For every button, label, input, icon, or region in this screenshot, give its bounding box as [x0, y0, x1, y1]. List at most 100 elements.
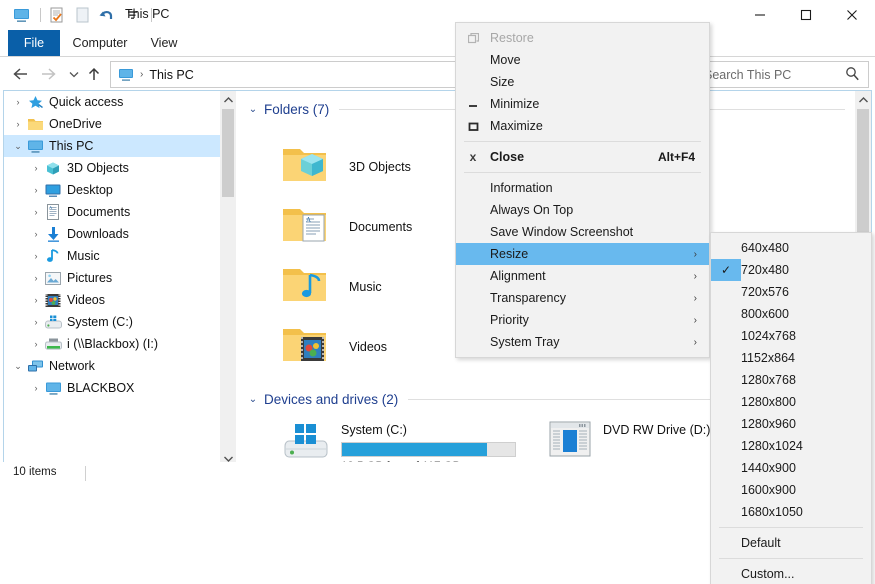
chevron-right-icon[interactable]: › — [28, 182, 44, 198]
menu-item-information[interactable]: Information — [456, 177, 709, 199]
properties-icon[interactable] — [46, 4, 68, 26]
forward-button[interactable] — [36, 62, 60, 86]
search-input[interactable]: Search This PC — [704, 68, 791, 82]
search-icon[interactable] — [845, 66, 860, 81]
check-slot — [711, 347, 741, 369]
sidebar-item-videos[interactable]: › Videos — [4, 289, 220, 311]
computer-icon — [44, 380, 62, 396]
resolution-item-label: 1600x900 — [741, 483, 796, 497]
tab-file[interactable]: File — [8, 30, 60, 57]
tab-computer[interactable]: Computer — [64, 30, 136, 57]
chevron-right-icon[interactable]: › — [28, 226, 44, 242]
resize-submenu[interactable]: 640x480 ✓ 720x480 720x576 800x600 1024x768 115… — [710, 232, 872, 584]
check-icon: ✓ — [711, 259, 741, 281]
resolution-item-800x600[interactable]: 800x600 — [711, 303, 871, 325]
maximize-button[interactable] — [783, 0, 829, 30]
search-box[interactable]: Search This PC — [697, 61, 869, 88]
resolution-item-1024x768[interactable]: 1024x768 — [711, 325, 871, 347]
drive-tile-dvd-d[interactable]: DVD RW Drive (D:) In — [549, 421, 724, 460]
menu-item-always-on-top[interactable]: Always On Top — [456, 199, 709, 221]
devices-group-chevron-icon[interactable]: ⌄ — [245, 394, 261, 405]
chevron-right-icon[interactable]: › — [28, 336, 44, 352]
menu-item-move[interactable]: Move — [456, 49, 709, 71]
resolution-item-label: 1280x768 — [741, 373, 796, 387]
menu-item-system-tray[interactable]: System Tray › — [456, 331, 709, 353]
folder-tile-3d-objects[interactable]: 3D Objects — [279, 143, 411, 190]
desktop-icon — [44, 182, 62, 198]
close-button[interactable] — [829, 0, 875, 30]
resolution-item-1152x864[interactable]: 1152x864 — [711, 347, 871, 369]
resolution-item-1600x900[interactable]: 1600x900 — [711, 479, 871, 501]
navigation-scrollbar[interactable] — [220, 91, 236, 467]
resolution-item-1280x1024[interactable]: 1280x1024 — [711, 435, 871, 457]
system-context-menu[interactable]: Restore Move Size Minimize Maximize x Close Alt… — [455, 22, 710, 358]
resolution-item-1440x900[interactable]: 1440x900 — [711, 457, 871, 479]
menu-item-save-window-screenshot[interactable]: Save Window Screenshot — [456, 221, 709, 243]
sidebar-item-3d-objects[interactable]: › 3D Objects — [4, 157, 220, 179]
windows-drive-icon — [281, 421, 329, 464]
resolution-item-1280x800[interactable]: 1280x800 — [711, 391, 871, 413]
nav-scroll-up-icon[interactable] — [220, 91, 236, 108]
menu-item-resize[interactable]: Resize › — [456, 243, 709, 265]
menu-item-priority[interactable]: Priority › — [456, 309, 709, 331]
folder-tile-music[interactable]: Music — [279, 263, 382, 310]
chevron-right-icon[interactable]: › — [28, 248, 44, 264]
chevron-right-icon[interactable]: › — [28, 204, 44, 220]
chevron-right-icon[interactable]: › — [10, 116, 26, 132]
downloads-icon — [44, 226, 62, 242]
sidebar-item-pictures[interactable]: › Pictures — [4, 267, 220, 289]
sidebar-item-music[interactable]: › Music — [4, 245, 220, 267]
submenu-separator — [719, 527, 863, 528]
sidebar-item-network[interactable]: ⌄ Network — [4, 355, 220, 377]
this-pc-icon[interactable] — [10, 4, 32, 26]
menu-item-maximize[interactable]: Maximize — [456, 115, 709, 137]
resolution-item-1280x768[interactable]: 1280x768 — [711, 369, 871, 391]
resolution-item-default[interactable]: Default — [711, 532, 871, 554]
sidebar-item-blackbox[interactable]: › BLACKBOX — [4, 377, 220, 399]
back-button[interactable] — [8, 62, 32, 86]
menu-item-transparency[interactable]: Transparency › — [456, 287, 709, 309]
nav-scrollbar-thumb[interactable] — [222, 109, 234, 197]
drive-capacity-bar — [341, 442, 516, 457]
chevron-right-icon[interactable]: › — [28, 292, 44, 308]
menu-item-size[interactable]: Size — [456, 71, 709, 93]
content-scroll-up-icon[interactable] — [855, 91, 871, 108]
new-folder-icon[interactable] — [71, 4, 93, 26]
folders-group-chevron-icon[interactable]: ⌄ — [245, 104, 261, 115]
sidebar-item-onedrive[interactable]: › OneDrive — [4, 113, 220, 135]
folder-tile-videos[interactable]: Videos — [279, 323, 387, 370]
resolution-item-640x480[interactable]: 640x480 — [711, 237, 871, 259]
resolution-item-1680x1050[interactable]: 1680x1050 — [711, 501, 871, 523]
folder-tile-documents[interactable]: A Documents — [279, 203, 412, 250]
chevron-right-icon[interactable]: › — [28, 314, 44, 330]
minimize-button[interactable] — [737, 0, 783, 30]
chevron-right-icon[interactable]: › — [28, 160, 44, 176]
resolution-item-1280x960[interactable]: 1280x960 — [711, 413, 871, 435]
menu-item-close[interactable]: x Close Alt+F4 — [456, 146, 709, 168]
sidebar-item-downloads[interactable]: › Downloads — [4, 223, 220, 245]
menu-item-minimize[interactable]: Minimize — [456, 93, 709, 115]
sidebar-item-label: Documents — [67, 205, 131, 219]
chevron-right-icon[interactable]: › — [10, 94, 26, 110]
tab-view[interactable]: View — [140, 30, 188, 57]
menu-item-alignment[interactable]: Alignment › — [456, 265, 709, 287]
sidebar-item-i-blackbox-i[interactable]: › i (\\Blackbox) (I:) — [4, 333, 220, 355]
chevron-right-icon[interactable]: › — [28, 270, 44, 286]
resolution-item-custom[interactable]: Custom... — [711, 563, 871, 584]
up-button[interactable] — [82, 62, 106, 86]
chevron-down-icon[interactable]: ⌄ — [10, 358, 26, 374]
sidebar-item-quick-access[interactable]: › Quick access — [4, 91, 220, 113]
maximize-icon — [456, 115, 490, 137]
sidebar-item-this-pc[interactable]: ⌄ This PC — [4, 135, 220, 157]
resolution-item-720x576[interactable]: 720x576 — [711, 281, 871, 303]
sidebar-item-desktop[interactable]: › Desktop — [4, 179, 220, 201]
menu-item-label: Priority — [490, 313, 529, 327]
sidebar-item-documents[interactable]: › A Documents — [4, 201, 220, 223]
drive-tile-system-c[interactable]: System (C:) 18.5 GB free of 117 GB — [281, 421, 516, 467]
chevron-down-icon[interactable]: ⌄ — [10, 138, 26, 154]
resolution-item-720x480[interactable]: ✓ 720x480 — [711, 259, 871, 281]
sidebar-item-system-c[interactable]: › System (C:) — [4, 311, 220, 333]
chevron-right-icon[interactable]: › — [28, 380, 44, 396]
check-slot — [711, 479, 741, 501]
undo-icon[interactable] — [96, 4, 118, 26]
